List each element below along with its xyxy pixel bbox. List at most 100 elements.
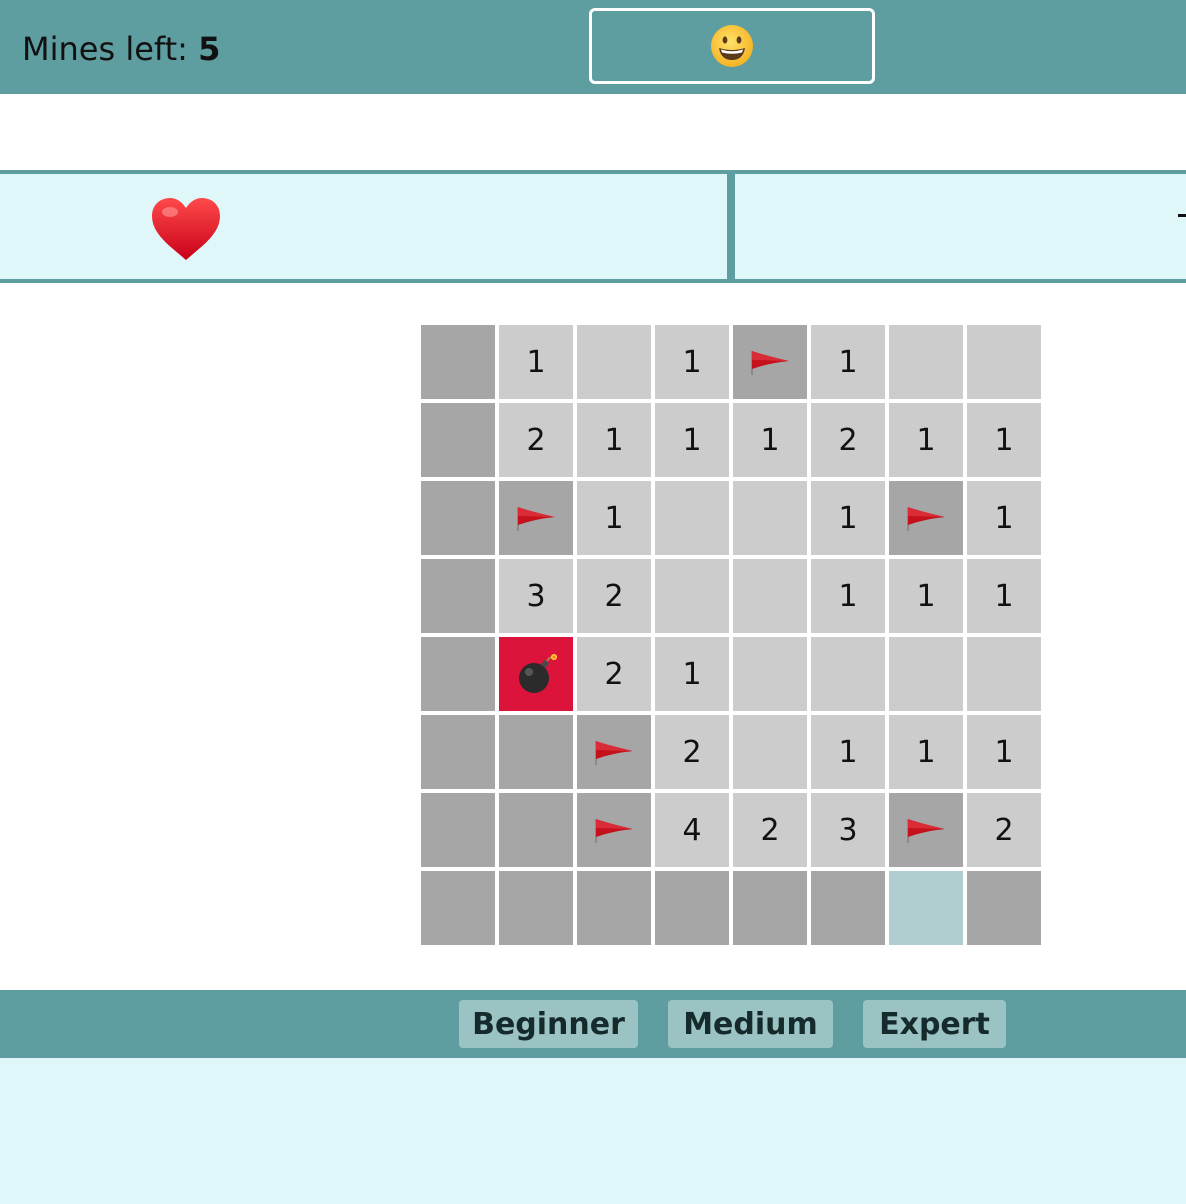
- status-divider: [727, 174, 735, 279]
- hidden-cell[interactable]: [421, 325, 495, 399]
- revealed-cell: 1: [811, 481, 885, 555]
- hidden-cell[interactable]: [421, 637, 495, 711]
- red-flag-icon: [595, 819, 633, 843]
- flagged-cell[interactable]: [733, 325, 807, 399]
- revealed-cell: 1: [577, 403, 651, 477]
- revealed-cell: [577, 325, 651, 399]
- revealed-cell: [967, 325, 1041, 399]
- cell-number: 3: [838, 812, 858, 848]
- hidden-cell[interactable]: [967, 871, 1041, 945]
- cell-number: 1: [682, 422, 702, 458]
- beginner-button[interactable]: Beginner: [459, 1000, 638, 1048]
- revealed-cell: [967, 637, 1041, 711]
- cell-number: 2: [604, 656, 624, 692]
- hidden-cell[interactable]: [421, 559, 495, 633]
- revealed-cell: [733, 715, 807, 789]
- hidden-cell[interactable]: [421, 871, 495, 945]
- hidden-cell[interactable]: [421, 403, 495, 477]
- hidden-cell[interactable]: [421, 481, 495, 555]
- revealed-cell: [889, 637, 963, 711]
- revealed-cell: [733, 559, 807, 633]
- red-flag-icon: [751, 351, 789, 375]
- revealed-cell: 1: [967, 715, 1041, 789]
- hidden-cell[interactable]: [499, 871, 573, 945]
- revealed-cell: 1: [655, 325, 729, 399]
- minesweeper-board: 1 1 1 2 1 1 1 2 1 1 1 1 1 3 2 1 1 1 2 1 2 1 1 1 4 2 3 2: [421, 325, 1043, 947]
- flagged-cell[interactable]: [499, 481, 573, 555]
- revealed-cell: 1: [655, 637, 729, 711]
- revealed-cell: 1: [811, 325, 885, 399]
- revealed-cell: 1: [811, 559, 885, 633]
- cell-number: 2: [604, 578, 624, 614]
- medium-button[interactable]: Medium: [668, 1000, 833, 1048]
- mines-left-label: Mines left:: [22, 30, 188, 68]
- heart-icon: [152, 198, 220, 260]
- bomb-icon: [519, 654, 557, 693]
- reset-face-button[interactable]: [589, 8, 875, 84]
- flagged-cell[interactable]: [577, 715, 651, 789]
- footer-area: [0, 1058, 1186, 1204]
- hidden-cell[interactable]: [577, 871, 651, 945]
- cell-number: 1: [838, 578, 858, 614]
- flagged-cell[interactable]: [889, 793, 963, 867]
- revealed-cell: 1: [967, 481, 1041, 555]
- cell-number: 2: [838, 422, 858, 458]
- revealed-cell: [811, 637, 885, 711]
- revealed-cell: 1: [811, 715, 885, 789]
- hidden-cell[interactable]: [811, 871, 885, 945]
- revealed-cell: [733, 481, 807, 555]
- hidden-cell[interactable]: [499, 793, 573, 867]
- revealed-cell: 2: [811, 403, 885, 477]
- cell-number: 1: [994, 734, 1014, 770]
- revealed-cell: 1: [967, 559, 1041, 633]
- expert-button[interactable]: Expert: [863, 1000, 1006, 1048]
- cell-number: 2: [526, 422, 546, 458]
- cell-number: 3: [526, 578, 546, 614]
- revealed-cell: 1: [733, 403, 807, 477]
- cell-number: 4: [682, 812, 702, 848]
- revealed-cell: 1: [967, 403, 1041, 477]
- revealed-cell: 2: [733, 793, 807, 867]
- top-bar: Mines left: 5: [0, 0, 1186, 94]
- revealed-cell: 1: [577, 481, 651, 555]
- hidden-cell[interactable]: [421, 715, 495, 789]
- cell-number: 1: [916, 422, 936, 458]
- hidden-cell[interactable]: [421, 793, 495, 867]
- hidden-cell[interactable]: [499, 715, 573, 789]
- cell-number: 2: [682, 734, 702, 770]
- revealed-cell: 2: [967, 793, 1041, 867]
- cell-number: 1: [526, 344, 546, 380]
- revealed-cell: 1: [655, 403, 729, 477]
- status-row: [0, 170, 1186, 283]
- red-flag-icon: [907, 819, 945, 843]
- cell-number: 1: [604, 422, 624, 458]
- red-flag-icon: [595, 741, 633, 765]
- revealed-cell: 3: [811, 793, 885, 867]
- mines-left-count: 5: [198, 30, 221, 68]
- cell-number: 1: [916, 734, 936, 770]
- lives-indicator: [150, 196, 222, 264]
- cell-number: 2: [994, 812, 1014, 848]
- cell-number: 1: [994, 500, 1014, 536]
- revealed-cell: 1: [889, 559, 963, 633]
- revealed-cell: [655, 559, 729, 633]
- revealed-cell: [733, 637, 807, 711]
- hidden-cell[interactable]: [655, 871, 729, 945]
- flagged-cell[interactable]: [577, 793, 651, 867]
- cell-number: 1: [916, 578, 936, 614]
- revealed-cell: 2: [577, 637, 651, 711]
- flagged-cell[interactable]: [889, 481, 963, 555]
- cell-number: 2: [760, 812, 780, 848]
- timer-clipped: [1178, 214, 1186, 217]
- cell-number: 1: [994, 578, 1014, 614]
- revealed-cell: [889, 325, 963, 399]
- exploded-mine-cell[interactable]: [499, 637, 573, 711]
- hidden-cell[interactable]: [889, 871, 963, 945]
- cell-number: 1: [760, 422, 780, 458]
- cell-number: 1: [682, 656, 702, 692]
- hidden-cell[interactable]: [733, 871, 807, 945]
- revealed-cell: 1: [499, 325, 573, 399]
- revealed-cell: 2: [499, 403, 573, 477]
- cell-number: 1: [604, 500, 624, 536]
- cell-number: 1: [682, 344, 702, 380]
